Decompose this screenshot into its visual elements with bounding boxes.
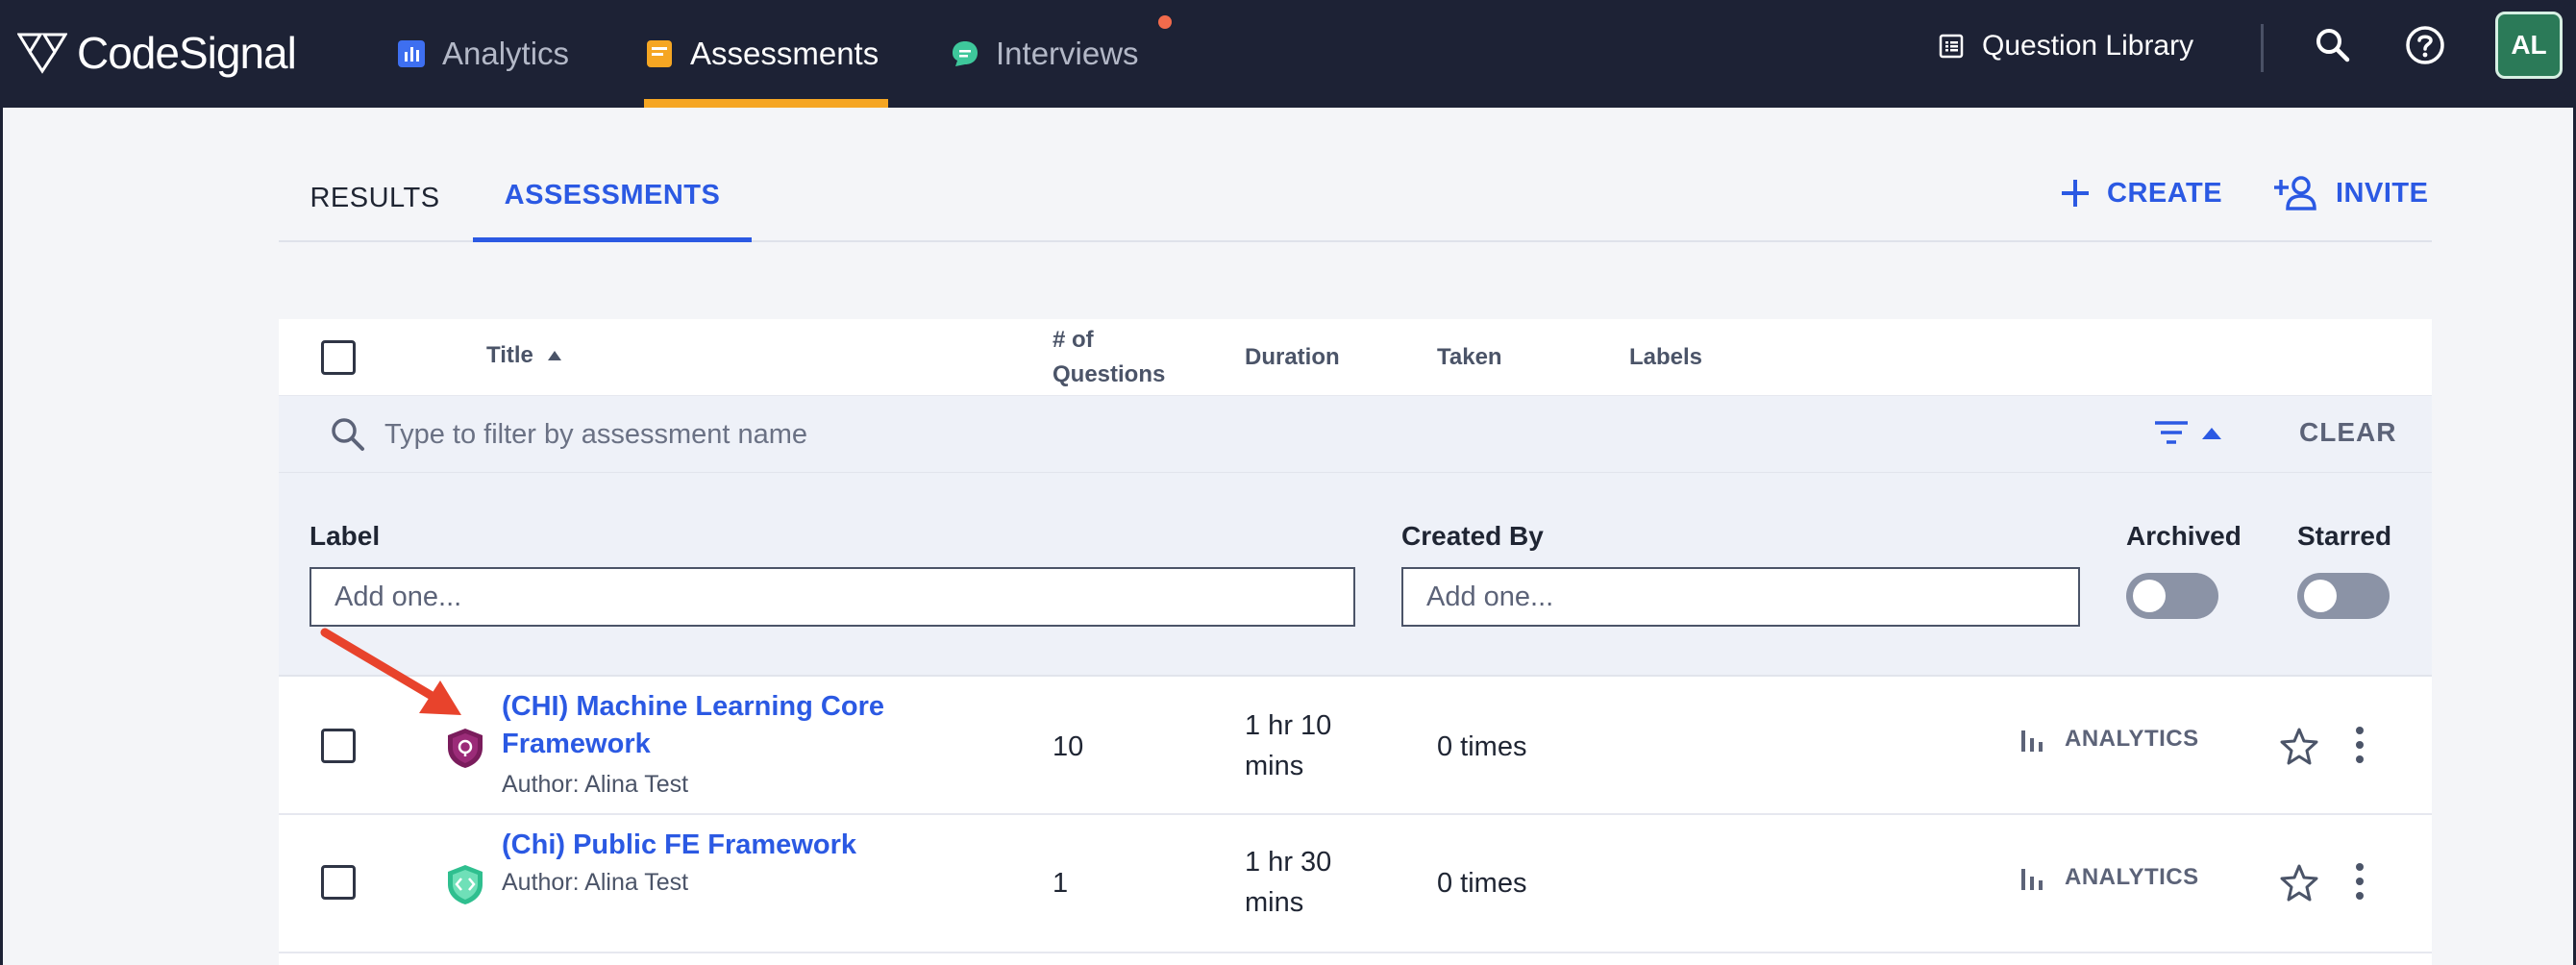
star-icon[interactable] [2280, 727, 2318, 765]
archived-toggle[interactable] [2126, 573, 2218, 619]
label-filter-input[interactable] [310, 567, 1355, 627]
brand-name: CodeSignal [77, 28, 297, 78]
user-avatar[interactable]: AL [2495, 12, 2563, 79]
shield-teal-icon [448, 865, 483, 904]
table-row[interactable]: (CHI) Machine Learning Core Framework Au… [279, 677, 2432, 815]
nav-item-analytics[interactable]: Analytics [396, 0, 569, 108]
duration-value: 1 hr 30 mins [1245, 847, 1332, 918]
column-header-title-label: Title [486, 342, 533, 368]
row-more-menu-icon[interactable] [2355, 727, 2365, 763]
assessment-author: Author: Alina Test [502, 869, 689, 896]
annotation-arrow-icon [320, 628, 461, 715]
taken-count: 0 times [1437, 868, 1527, 899]
nav-item-label: Analytics [442, 36, 570, 71]
sort-ascending-icon [547, 351, 561, 360]
row-analytics-button[interactable]: ANALYTICS [2019, 863, 2199, 892]
active-nav-underline [644, 99, 888, 108]
question-library-link[interactable]: Question Library [1938, 0, 2193, 92]
help-icon [2406, 26, 2444, 64]
row-checkbox[interactable] [321, 865, 356, 900]
search-icon [2316, 29, 2350, 62]
codesignal-logo[interactable]: CodeSignal [17, 19, 297, 87]
caret-up-icon [2202, 428, 2221, 439]
column-header-title[interactable]: Title [486, 342, 562, 369]
analytics-nav-icon [398, 40, 425, 67]
assessments-table: Title # of Questions Duration Taken Labe… [279, 319, 2432, 965]
codesignal-logo-icon [17, 33, 67, 74]
toggle-knob [2304, 580, 2337, 612]
analytics-label: ANALYTICS [2065, 864, 2199, 890]
assessment-author: Author: Alina Test [502, 771, 689, 798]
bar-chart-icon [2021, 730, 2043, 752]
top-navigation-bar: CodeSignal Analytics Assessments Intervi… [0, 0, 2576, 108]
plus-icon [2062, 180, 2089, 207]
table-header: Title # of Questions Duration Taken Labe… [279, 319, 2432, 396]
questions-count: 10 [1053, 731, 1084, 762]
label-filter-title: Label [310, 521, 381, 551]
row-analytics-button[interactable]: ANALYTICS [2019, 725, 2199, 754]
taken-count: 0 times [1437, 731, 1527, 762]
nav-divider [2261, 24, 2264, 72]
interviews-nav-icon [953, 41, 978, 66]
column-header-labels: Labels [1629, 344, 1703, 370]
assessment-title-link[interactable]: (Chi) Public FE Framework [502, 827, 1175, 864]
nav-item-interviews[interactable]: Interviews [950, 0, 1139, 108]
create-button[interactable]: CREATE [2059, 167, 2222, 219]
invite-label: INVITE [2336, 177, 2429, 209]
nav-item-label: Assessments [690, 36, 879, 71]
help-button[interactable] [2401, 21, 2449, 69]
row-checkbox[interactable] [321, 729, 356, 763]
archived-filter-title: Archived [2126, 521, 2242, 551]
question-library-label: Question Library [1982, 30, 2194, 62]
filter-assessments-input[interactable] [384, 415, 1250, 454]
filter-bar: CLEAR [279, 396, 2432, 473]
tab-results[interactable]: RESULTS [279, 154, 471, 242]
tab-assessments[interactable]: ASSESSMENTS [473, 154, 752, 242]
invite-button[interactable]: INVITE [2274, 167, 2428, 219]
filter-icon [2155, 421, 2188, 444]
row-more-menu-icon[interactable] [2355, 863, 2365, 900]
column-header-taken[interactable]: Taken [1437, 344, 1502, 371]
select-all-checkbox[interactable] [321, 340, 356, 375]
starred-filter-title: Starred [2297, 521, 2392, 551]
questions-count: 1 [1053, 868, 1069, 899]
create-label: CREATE [2107, 177, 2223, 209]
column-header-duration[interactable]: Duration [1245, 344, 1340, 371]
analytics-label: ANALYTICS [2065, 726, 2199, 752]
starred-toggle[interactable] [2297, 573, 2390, 619]
column-header-questions[interactable]: # of Questions [1053, 323, 1165, 392]
search-button[interactable] [2309, 21, 2357, 69]
search-icon [332, 418, 364, 451]
created-by-filter-title: Created By [1401, 521, 1544, 551]
table-row[interactable]: (Chi) Public FE Framework Author: Alina … [279, 815, 2432, 953]
filter-toggle-button[interactable] [2153, 419, 2222, 448]
nav-item-label: Interviews [996, 36, 1139, 71]
toggle-knob [2133, 580, 2166, 612]
nav-item-assessments[interactable]: Assessments [644, 0, 879, 108]
clear-filters-button[interactable]: CLEAR [2299, 417, 2396, 448]
notification-dot [1158, 15, 1172, 29]
shield-purple-icon [448, 729, 483, 768]
assessments-nav-icon [647, 40, 672, 67]
filter-panel: Label Created By Archived Starred [279, 473, 2432, 677]
add-user-icon [2274, 176, 2316, 210]
bar-chart-icon [2021, 869, 2043, 890]
list-icon [1939, 34, 1964, 59]
assessment-title-link[interactable]: (CHI) Machine Learning Core Framework [502, 688, 954, 763]
star-icon[interactable] [2280, 863, 2318, 902]
duration-value: 1 hr 10 mins [1245, 710, 1332, 781]
created-by-filter-input[interactable] [1401, 567, 2080, 627]
